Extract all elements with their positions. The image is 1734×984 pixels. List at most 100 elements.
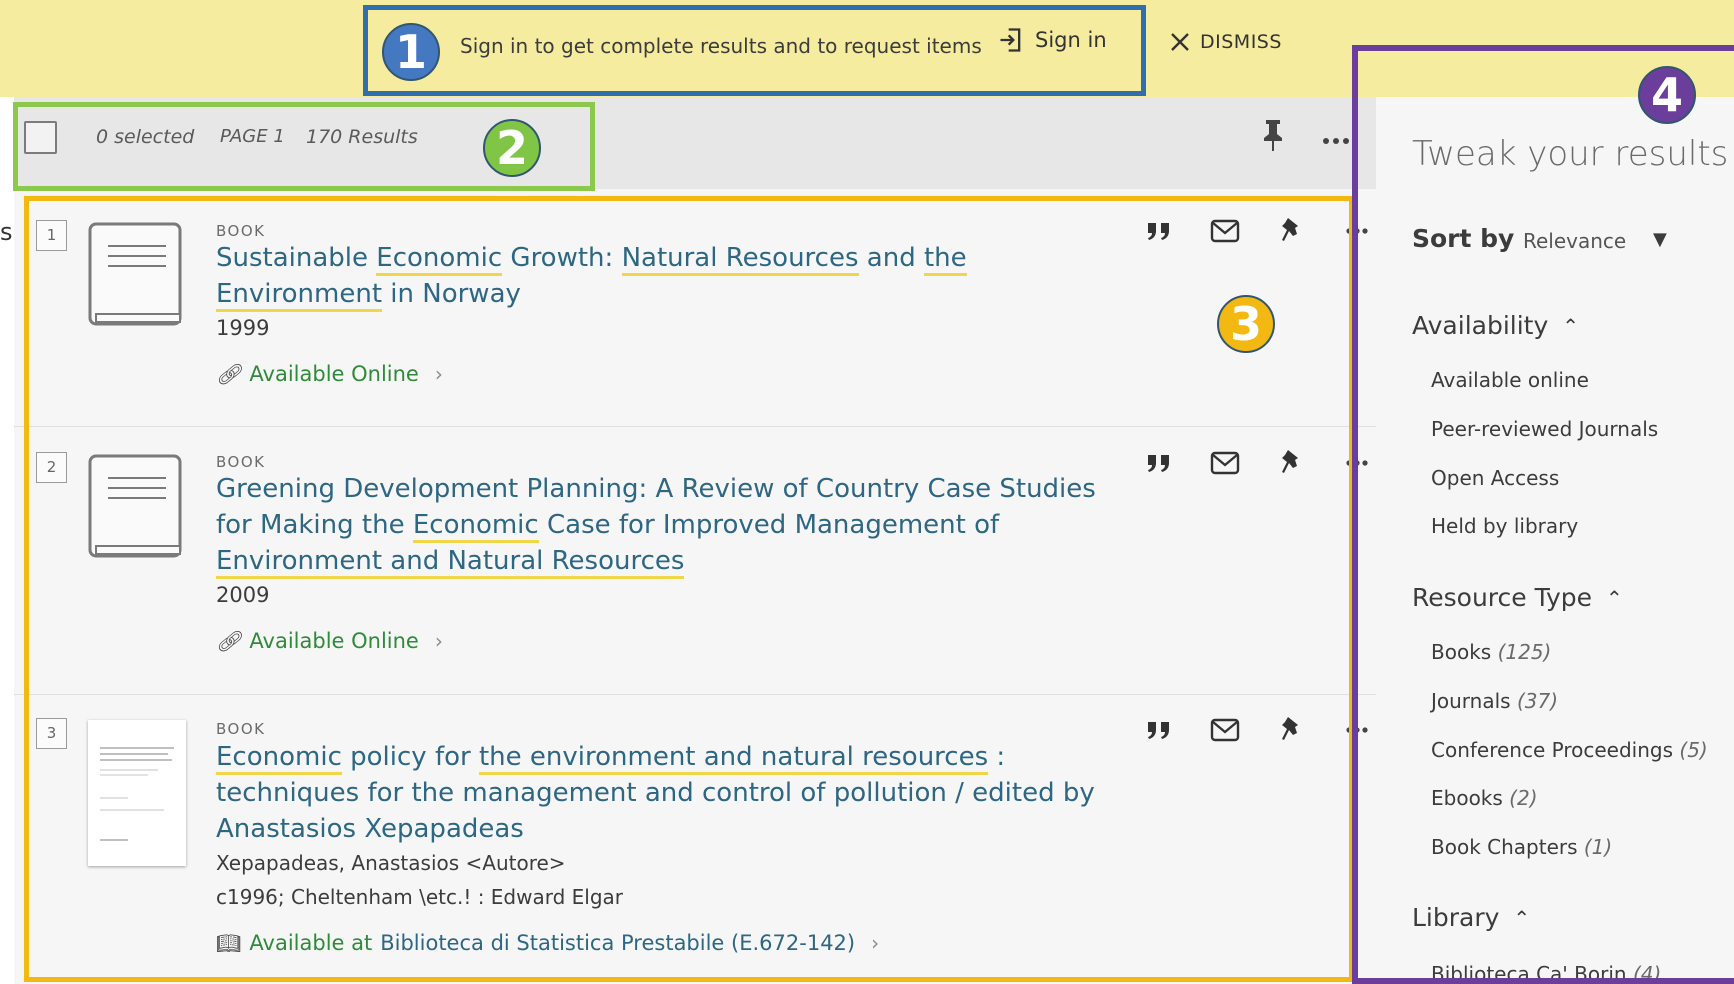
pin-icon xyxy=(1264,120,1282,151)
availability-link[interactable]: 🔗︎ Available Online › xyxy=(216,629,443,653)
facet-item-label: Books xyxy=(1431,640,1492,664)
facet-item[interactable]: Biblioteca Ca' Borin (4) xyxy=(1431,962,1661,984)
facet-item-count: (5) xyxy=(1679,738,1708,762)
pin-button[interactable] xyxy=(1258,715,1324,745)
facet-item[interactable]: Available online xyxy=(1431,368,1589,392)
page-indicator: PAGE 1 xyxy=(220,126,285,147)
facet-item-count: (4) xyxy=(1632,962,1662,984)
facet-item-label: Ebooks xyxy=(1431,786,1503,810)
more-icon xyxy=(1346,727,1368,733)
result-publisher: c1996; Cheltenham \etc.! : Edward Elgar xyxy=(216,885,624,909)
result-actions xyxy=(1126,715,1390,745)
book-cover-thumbnail xyxy=(88,720,186,866)
result-number[interactable]: 3 xyxy=(36,718,67,749)
chevron-right-icon: › xyxy=(871,931,880,955)
link-icon: 🔗︎ xyxy=(216,629,242,653)
annotation-badge-3: 3 xyxy=(1217,295,1275,353)
link-icon: 🔗︎ xyxy=(216,362,242,386)
results-toolbar xyxy=(14,97,1376,189)
cover-lines xyxy=(100,747,174,841)
availability-label: Available Online xyxy=(249,362,419,386)
facet-item[interactable]: Books (125) xyxy=(1431,640,1551,664)
result-number[interactable]: 2 xyxy=(36,452,67,483)
facet-item[interactable]: Book Chapters (1) xyxy=(1431,835,1612,859)
title-highlight: Economic xyxy=(216,742,342,775)
facet-item[interactable]: Journals (37) xyxy=(1431,689,1558,713)
title-highlight: Economic xyxy=(412,510,539,543)
email-button[interactable] xyxy=(1192,219,1258,243)
cite-button[interactable] xyxy=(1126,453,1192,473)
facet-item[interactable]: Conference Proceedings (5) xyxy=(1431,738,1708,762)
caret-down-icon[interactable]: ▼ xyxy=(1653,229,1667,250)
pin-button[interactable] xyxy=(1258,216,1324,246)
annotation-badge-2: 2 xyxy=(483,119,541,177)
mail-icon xyxy=(1210,451,1240,475)
title-highlight: the environment and natural resources xyxy=(478,742,989,775)
result-title[interactable]: Economic policy for the environment and … xyxy=(216,739,1116,847)
result-type: BOOK xyxy=(216,720,266,738)
sort-select[interactable]: Relevance xyxy=(1523,229,1626,253)
quote-icon xyxy=(1148,455,1169,472)
pin-all-button[interactable] xyxy=(1260,118,1286,156)
pin-icon xyxy=(1282,450,1298,473)
select-all-checkbox[interactable] xyxy=(24,121,57,154)
mail-icon xyxy=(1210,219,1240,243)
result-number[interactable]: 1 xyxy=(36,220,67,251)
signin-message: Sign in to get complete results and to r… xyxy=(460,34,982,58)
facet-item-label: Journals xyxy=(1431,689,1511,713)
result-date: 2009 xyxy=(216,583,270,607)
availability-label: Available Online xyxy=(249,629,419,653)
availability-link[interactable]: 📖︎ Available at Biblioteca di Statistica… xyxy=(216,931,879,955)
dismiss-button[interactable]: DISMISS xyxy=(1168,30,1282,54)
sort-label: Sort by xyxy=(1412,224,1515,253)
result-actions xyxy=(1126,448,1390,478)
result-author: Xepapadeas, Anastasios <Autore> xyxy=(216,851,566,875)
selected-count: 0 selected xyxy=(96,126,195,148)
more-actions-button[interactable] xyxy=(1322,130,1350,149)
more-icon xyxy=(1323,138,1349,144)
email-button[interactable] xyxy=(1192,451,1258,475)
quote-icon xyxy=(1148,223,1169,240)
book-icon xyxy=(88,222,182,326)
title-part: Sustainable xyxy=(216,243,377,273)
close-icon xyxy=(1171,33,1189,51)
facet-availability-header[interactable]: Availability ⌃ xyxy=(1412,311,1579,340)
pin-icon xyxy=(1282,717,1298,740)
more-icon xyxy=(1346,460,1368,466)
facet-item[interactable]: Ebooks (2) xyxy=(1431,786,1538,810)
chevron-right-icon: › xyxy=(434,629,443,653)
chevron-up-icon: ⌃ xyxy=(1562,313,1580,338)
facet-item[interactable]: Peer-reviewed Journals xyxy=(1431,417,1658,441)
signin-button[interactable]: Sign in xyxy=(997,26,1107,54)
facet-item-count: (37) xyxy=(1516,689,1559,713)
title-part: Case for Improved Management of xyxy=(538,510,1000,540)
title-part: policy for xyxy=(341,742,479,772)
clipped-edge-text: s xyxy=(0,218,13,246)
facet-item[interactable]: Open Access xyxy=(1431,466,1559,490)
facet-item-label: Biblioteca Ca' Borin xyxy=(1431,962,1627,984)
facet-item-count: (1) xyxy=(1583,835,1613,859)
facet-item-label: Conference Proceedings xyxy=(1431,738,1674,762)
cite-button[interactable] xyxy=(1126,221,1192,241)
result-type: BOOK xyxy=(216,453,266,471)
facet-item-count: (125) xyxy=(1497,640,1552,664)
quote-icon xyxy=(1148,722,1169,739)
cite-button[interactable] xyxy=(1126,720,1192,740)
availability-link[interactable]: 🔗︎ Available Online › xyxy=(216,362,443,386)
availability-location: Biblioteca di Statistica Prestabile (E.6… xyxy=(380,931,856,955)
facet-title: Library xyxy=(1412,903,1500,932)
signin-icon xyxy=(1000,28,1021,52)
dismiss-label: DISMISS xyxy=(1200,31,1282,53)
facet-resource-type-header[interactable]: Resource Type ⌃ xyxy=(1412,583,1623,612)
facet-title: Resource Type xyxy=(1412,583,1593,612)
result-title[interactable]: Greening Development Planning: A Review … xyxy=(216,471,1116,579)
mail-icon xyxy=(1210,718,1240,742)
result-title[interactable]: Sustainable Economic Growth: Natural Res… xyxy=(216,240,1116,312)
pin-button[interactable] xyxy=(1258,448,1324,478)
title-part: Growth: xyxy=(502,243,622,273)
result-date: 1999 xyxy=(216,316,270,340)
email-button[interactable] xyxy=(1192,718,1258,742)
title-part: and xyxy=(858,243,924,273)
facet-item[interactable]: Held by library xyxy=(1431,514,1578,538)
facet-library-header[interactable]: Library ⌃ xyxy=(1412,903,1530,932)
